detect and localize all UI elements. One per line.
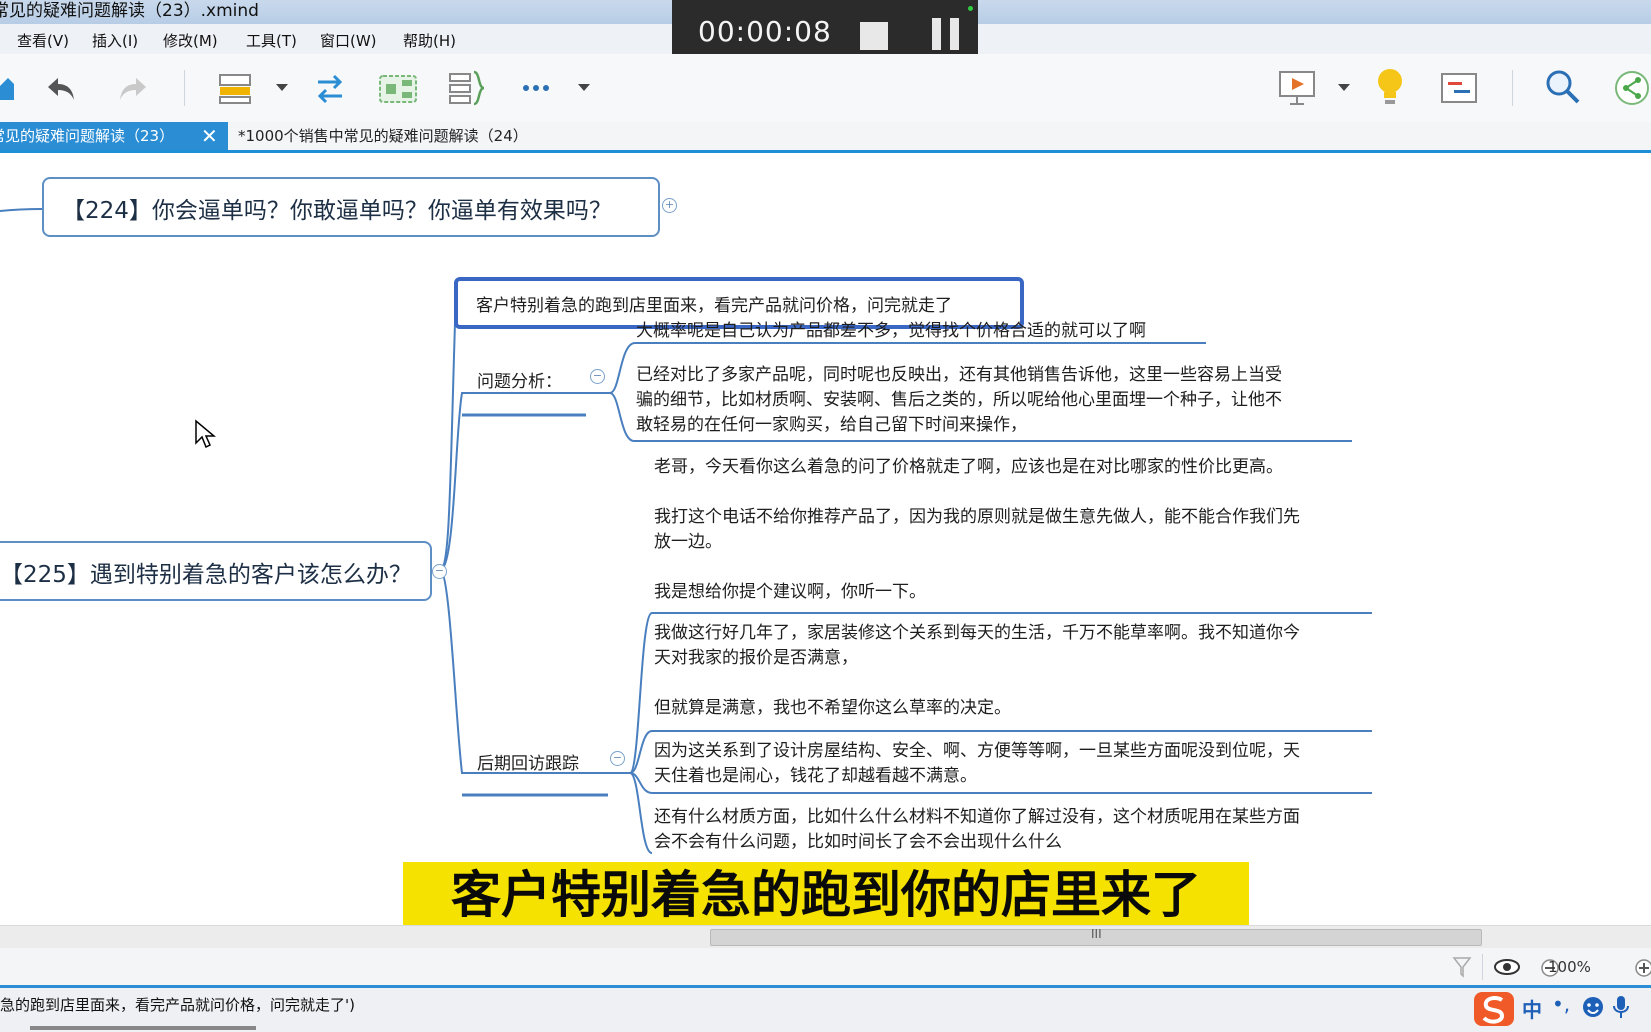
tab-active-document[interactable]: 常见的疑难问题解读（23） ✕ [0,122,228,150]
topic-style-icon[interactable] [218,72,254,106]
home-icon[interactable] [0,72,14,102]
menu-view[interactable]: 查看(V) [17,30,69,51]
close-tab-icon[interactable]: ✕ [201,122,218,150]
topic-225[interactable]: 【225】遇到特别着急的客户该怎么办？ [0,541,432,601]
menu-help[interactable]: 帮助(H) [403,30,456,51]
recording-timer: 00:00:08 [698,15,832,48]
horizontal-scrollbar[interactable]: III [0,925,1651,948]
status-progress [30,1026,256,1030]
more-icon[interactable] [522,84,552,92]
zoom-level[interactable]: 100% [1548,958,1591,976]
tab-document-24[interactable]: *1000个销售中常见的疑难问题解读（24） [238,122,528,150]
analysis-label[interactable]: 问题分析： [477,367,562,392]
presentation-icon[interactable] [1278,68,1318,108]
video-subtitle: 客户特别着急的跑到你的店里来了 [403,862,1249,928]
boundary-icon[interactable] [378,72,418,106]
relationship-icon[interactable] [312,72,348,106]
followup-block[interactable]: 我做这行好几年了，家居装修这个关系到每天的生活，千万不能草率啊。我不知道你今 天… [654,621,1300,721]
pause-recording-button[interactable] [930,18,962,50]
menu-insert[interactable]: 插入(I) [92,30,138,51]
topic-224[interactable]: 【224】你会逼单吗？你敢逼单吗？你逼单有效果吗？ [42,177,660,237]
ime-mode-label[interactable]: 中 [1522,994,1542,1023]
recording-indicator-icon [968,6,973,11]
window-title: 常见的疑难问题解读（23）.xmind [0,1,259,21]
stop-recording-button[interactable] [860,22,888,50]
emoji-icon[interactable] [1582,996,1604,1018]
microphone-icon[interactable] [1612,994,1630,1020]
search-icon[interactable] [1544,68,1582,106]
undo-icon[interactable] [46,74,78,104]
eye-icon[interactable] [1494,958,1520,976]
sogou-ime-icon[interactable] [1472,990,1518,1028]
mindmap-canvas[interactable]: 【224】你会逼单吗？你敢逼单吗？你逼单有效果吗？ + 【225】遇到特别着急的… [0,153,1651,925]
scrollbar-thumb[interactable]: III [710,927,1482,946]
menu-modify[interactable]: 修改(M) [163,30,218,51]
followup-label[interactable]: 后期回访跟踪 [477,749,579,774]
redo-icon[interactable] [116,74,148,104]
punctuation-icon[interactable]: •, [1552,992,1570,1016]
status-bar: 急的跑到店里面来，看完产品就问价格，问完就走了') 中 •, [0,988,1651,1032]
dropdown-arrow-icon[interactable] [1338,84,1350,92]
share-icon[interactable] [1614,68,1651,108]
collapse-icon[interactable]: − [432,564,447,579]
zoom-in-icon[interactable] [1634,958,1651,978]
expand-icon[interactable]: + [662,198,677,213]
dropdown-arrow-icon[interactable] [276,84,288,92]
mouse-cursor-icon [195,419,216,449]
followup-block[interactable]: 老哥，今天看你这么着急的问了价格就走了啊，应该也是在对比哪家的性价比更高。 我打… [654,455,1300,605]
tab-label: 常见的疑难问题解读（23） [0,127,175,145]
summary-icon[interactable] [448,70,486,108]
zoom-bar: 100% [0,948,1651,988]
analysis-point[interactable]: 已经对比了多家产品呢，同时呢也反映出，还有其他销售告诉他，这里一些容易上当受 骗… [636,363,1282,438]
outliner-icon[interactable] [1440,70,1478,106]
analysis-point[interactable]: 大概率呢是自己认为产品都差不多，觉得找个价格合适的就可以了啊 [636,319,1146,344]
idea-bulb-icon[interactable] [1374,66,1406,108]
status-text: 急的跑到店里面来，看完产品就问价格，问完就走了') [0,996,355,1014]
followup-block[interactable]: 因为这关系到了设计房屋结构、安全、啊、方便等等啊，一旦某些方面呢没到位呢，天 天… [654,739,1300,789]
collapse-icon[interactable]: − [590,369,605,384]
menu-tools[interactable]: 工具(T) [246,30,297,51]
menu-window[interactable]: 窗口(W) [320,30,377,51]
followup-block[interactable]: 还有什么材质方面，比如什么什么材料不知道你了解过没有，这个材质呢用在某些方面 会… [654,805,1300,855]
filter-icon[interactable] [1452,956,1472,978]
toolbar [0,54,1651,122]
tab-bar: 常见的疑难问题解读（23） ✕ *1000个销售中常见的疑难问题解读（24） [0,122,1651,153]
collapse-icon[interactable]: − [610,751,625,766]
dropdown-arrow-icon[interactable] [578,84,590,92]
